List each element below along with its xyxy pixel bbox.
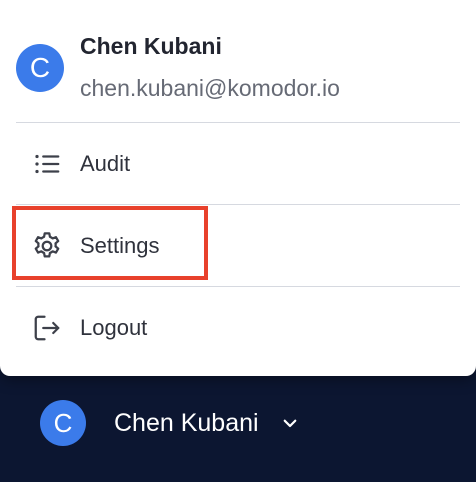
menu-item-audit[interactable]: Audit	[16, 124, 460, 204]
avatar: C	[40, 400, 86, 446]
avatar: C	[16, 44, 64, 92]
divider	[16, 286, 460, 287]
profile-name: Chen Kubani	[80, 33, 222, 59]
user-name: Chen Kubani	[114, 408, 259, 437]
settings-highlight-box	[12, 206, 208, 280]
divider	[16, 122, 460, 123]
chevron-down-icon	[281, 414, 299, 432]
menu-item-label: Audit	[80, 151, 131, 176]
list-icon	[30, 147, 64, 181]
user-dropdown-menu: C Chen Kubani chen.kubani@komodor.io Aud…	[0, 0, 476, 376]
profile-email: chen.kubani@komodor.io	[80, 75, 340, 101]
menu-item-logout[interactable]: Logout	[16, 288, 460, 368]
menu-item-label: Logout	[80, 315, 148, 340]
profile-header: C Chen Kubani chen.kubani@komodor.io	[16, 24, 340, 108]
user-menu-trigger[interactable]: C Chen Kubani	[40, 400, 299, 446]
divider	[16, 204, 460, 205]
logout-icon	[30, 311, 64, 345]
